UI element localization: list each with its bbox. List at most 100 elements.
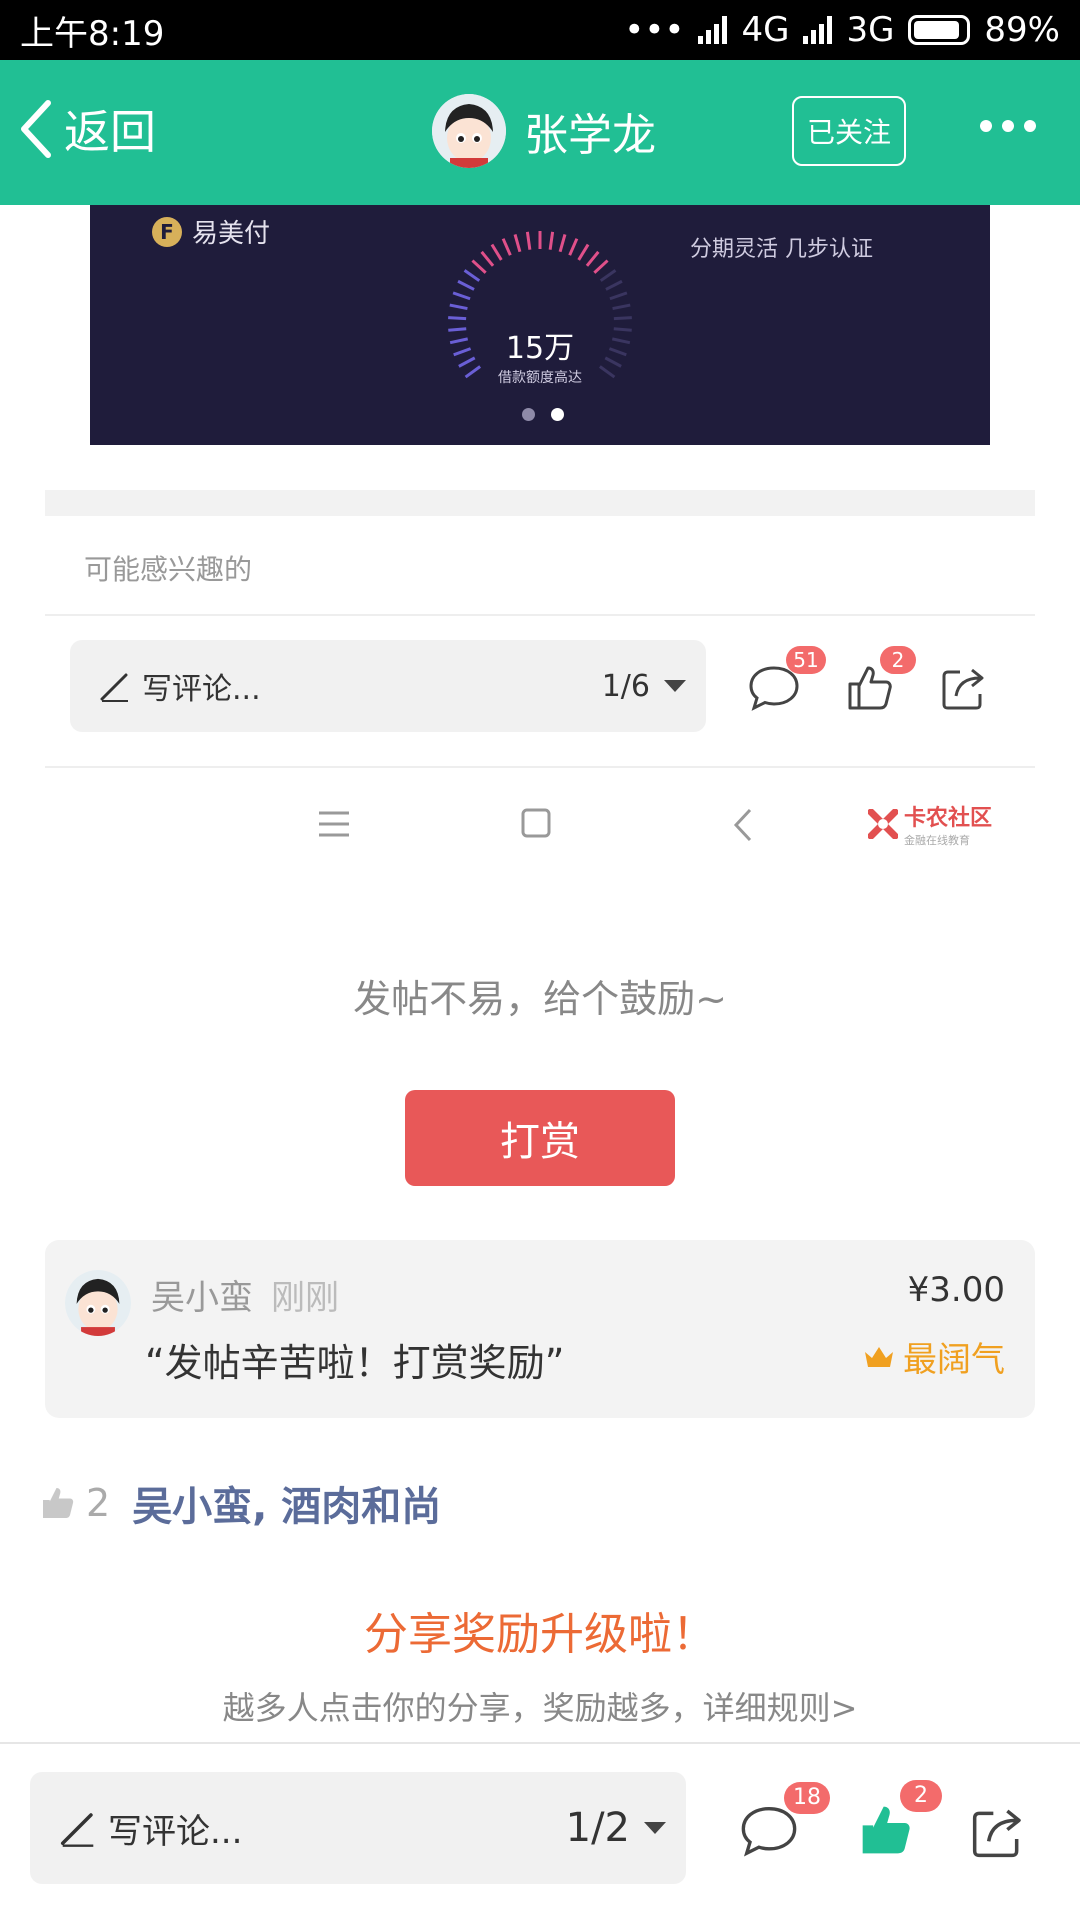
rewarder-avatar[interactable] [65, 1270, 131, 1336]
gauge-tick [599, 269, 617, 282]
watermark-name: 卡农社区 [904, 806, 993, 831]
battery-icon [908, 15, 971, 45]
brand-logo-icon: F [152, 216, 182, 247]
gauge-tick [471, 259, 487, 274]
gauge-tick [452, 291, 471, 301]
reward-rank-badge: 最阔气 [863, 1332, 1005, 1381]
banner-tagline: 分期灵活 几步认证 [690, 237, 873, 262]
reward-time: 刚刚 [271, 1278, 339, 1318]
pencil-icon [60, 1813, 94, 1847]
crown-icon [865, 1346, 893, 1367]
status-time: 上午8:19 [20, 13, 165, 54]
gauge-tick [480, 250, 495, 267]
banner-brand-name: 易美付 [192, 219, 271, 249]
banner-dot-1 [522, 408, 535, 421]
likes-row: 2 吴小蛮, 酒肉和尚 [40, 1474, 441, 1532]
share-icon-button[interactable] [970, 1804, 1026, 1864]
reward-button[interactable]: 打赏 [405, 1090, 675, 1186]
gauge-tick [525, 231, 532, 250]
gauge-tick [568, 238, 579, 256]
dropdown-arrow-icon [644, 1822, 666, 1834]
banner-amount-caption: 借款额度高达 [498, 370, 582, 386]
rewarder-name[interactable]: 吴小蛮 [151, 1270, 253, 1319]
inner-comment-input[interactable]: 写评论... 1/6 [70, 640, 706, 732]
gauge-tick [458, 356, 476, 368]
network-label-3g: 3G [846, 10, 895, 50]
reward-record-card: 吴小蛮 刚刚 “发帖辛苦啦！打赏奖励” ¥3.00 最阔气 [45, 1240, 1035, 1418]
page-indicator: 1/2 [565, 1805, 630, 1851]
home-square-icon [521, 808, 551, 838]
inner-like-count-badge: 2 [880, 646, 916, 674]
gauge-tick [449, 337, 469, 345]
inner-comment-icon[interactable]: 51 [748, 646, 826, 716]
like-icon-button[interactable]: 2 [858, 1780, 942, 1862]
follow-button[interactable]: 已关注 [792, 96, 906, 166]
reward-rank-label: 最阔气 [903, 1340, 1005, 1380]
gauge-tick [449, 303, 468, 311]
likes-count: 2 [86, 1481, 111, 1525]
post-detail-screen: 上午8:19 ••• 4G 3G 89% 返回 张学龙 已关注 F 易美付 分期… [0, 0, 1080, 1920]
inner-page-indicator: 1/6 [601, 668, 650, 704]
inner-comment-placeholder: 写评论... [142, 672, 261, 707]
inner-like-icon[interactable]: 2 [846, 646, 916, 716]
share-icon [942, 668, 984, 710]
author-header[interactable]: 张学龙 [432, 94, 656, 168]
menu-lines-icon [319, 811, 349, 837]
author-name: 张学龙 [524, 110, 656, 161]
more-options-icon[interactable] [980, 120, 1036, 132]
gauge-tick [448, 316, 467, 321]
inner-page-selector[interactable]: 1/6 [602, 669, 686, 704]
gauge-tick [490, 243, 503, 261]
watermark-logo: 卡农社区 金融在线教育 [868, 800, 992, 848]
gauge-tick [605, 279, 623, 291]
thumbs-up-icon [43, 1488, 74, 1518]
banner-dot-2 [551, 408, 564, 421]
signal-icon [698, 16, 728, 44]
watermark-sub: 金融在线教育 [904, 834, 970, 847]
gauge-tick [613, 316, 632, 321]
comment-bubble-icon [741, 1807, 797, 1857]
encourage-text: 发帖不易，给个鼓励~ [353, 977, 727, 1021]
gauge-tick [604, 356, 622, 368]
share-promo-title: 分享奖励升级啦！ [364, 1609, 716, 1660]
likes-user-list[interactable]: 吴小蛮, 酒肉和尚 [132, 1474, 441, 1532]
chevron-left-icon [21, 100, 51, 158]
network-label-4g: 4G [741, 10, 790, 50]
page-selector[interactable]: 1/2 [566, 1805, 666, 1851]
gauge-tick [548, 231, 555, 250]
status-bar: 上午8:19 ••• 4G 3G 89% [0, 0, 1080, 60]
gauge-tick [463, 269, 481, 282]
comment-icon-button[interactable]: 18 [740, 1782, 830, 1862]
gauge-tick [585, 250, 600, 267]
top-nav-bar: 返回 张学龙 已关注 [0, 60, 1080, 205]
gauge-tick [611, 337, 631, 345]
status-icons: ••• 4G 3G 89% [624, 10, 1060, 50]
inner-share-icon[interactable] [940, 664, 988, 716]
gauge-tick [501, 238, 512, 256]
gauge-tick [577, 243, 590, 261]
back-chevron-icon [733, 808, 752, 842]
gauge-tick [612, 303, 631, 311]
gauge-tick [608, 347, 627, 357]
banner-brand: F 易美付 [152, 213, 270, 250]
kanong-logo-icon [868, 809, 898, 839]
comment-placeholder: 写评论... [108, 1811, 243, 1852]
ad-banner[interactable]: F 易美付 分期灵活 几步认证 15万 借款额度高达 [90, 205, 990, 445]
back-label: 返回 [64, 105, 156, 159]
section-spacer [45, 490, 1035, 516]
gauge-tick [609, 291, 628, 301]
more-dots-icon: ••• [624, 10, 685, 50]
battery-percent: 89% [984, 10, 1060, 50]
comment-input[interactable]: 写评论... 1/2 [30, 1772, 686, 1884]
gauge-tick [453, 347, 472, 357]
gauge-tick [613, 327, 632, 332]
divider [45, 766, 1035, 768]
like-count-badge: 2 [900, 1780, 942, 1812]
back-button[interactable]: 返回 [18, 94, 156, 164]
gauge-tick [513, 234, 522, 253]
share-rules-link[interactable]: 越多人点击你的分享，奖励越多，详细规则> [0, 1683, 1080, 1729]
gauge-tick [558, 234, 567, 253]
author-avatar [432, 94, 506, 168]
share-icon [972, 1809, 1021, 1858]
banner-amount: 15万 [505, 331, 575, 366]
